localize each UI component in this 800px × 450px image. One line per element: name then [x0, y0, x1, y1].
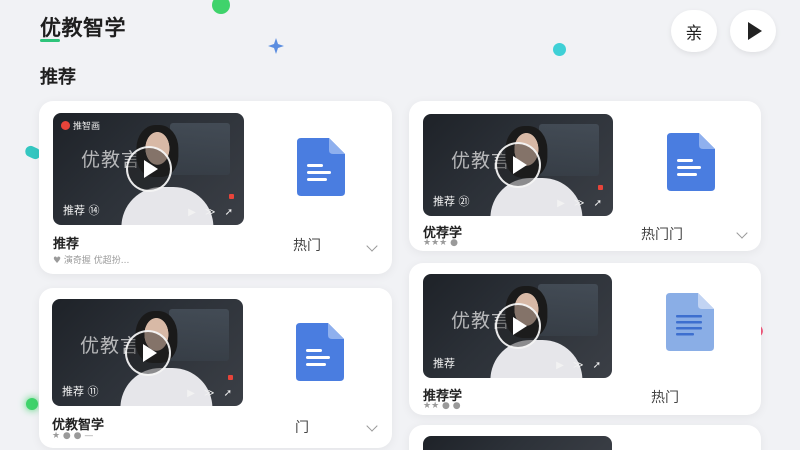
play-icon [748, 22, 762, 40]
document-icon [667, 133, 715, 191]
card-title: 推荐 [53, 237, 80, 252]
video-play-button[interactable] [494, 303, 541, 349]
play-icon [512, 317, 527, 335]
video-thumbnail[interactable]: 优教言 推智画 推荐 ⑭ ▶ ≫ ➚ [53, 113, 244, 225]
video-play-button[interactable] [125, 146, 172, 192]
course-card[interactable]: 优教言 推智画 推荐 ⑭ ▶ ≫ ➚ 推荐 ♥ 演奇握 优超扮... 热门 [39, 101, 392, 274]
video-controls-icon[interactable]: ▶ ≫ ➚ [556, 360, 604, 371]
document-lines-icon [666, 293, 714, 351]
thumbnail-tag: 推荐 ㉑ [433, 195, 470, 208]
course-card[interactable]: 优教言 推荐 ▶ ≫ ➚ 推荐学 ★★ ● ● 热门 [409, 263, 761, 415]
chevron-down-icon[interactable] [736, 227, 748, 239]
card-category: 热门 [651, 390, 679, 406]
video-controls-icon[interactable]: ▶ ≫ ➚ [188, 207, 236, 218]
top-label-button[interactable]: 亲 [671, 10, 717, 52]
course-card[interactable] [409, 425, 761, 450]
video-thumbnail[interactable]: 优教言 推荐 ⑪ ▶ ≫ ➚ [52, 299, 243, 406]
video-play-button[interactable] [124, 329, 171, 376]
section-title: 推荐 [40, 67, 76, 88]
video-thumbnail[interactable]: 优教言 推荐 ▶ ≫ ➚ [423, 274, 612, 378]
app-title: 优教智学 [40, 16, 126, 40]
chevron-down-icon[interactable] [366, 420, 378, 432]
video-play-button[interactable] [495, 142, 541, 188]
card-category: 热门门 [641, 227, 683, 243]
video-thumbnail[interactable] [423, 436, 612, 450]
card-meta: ♥ 演奇握 优超扮... [53, 256, 130, 266]
card-meta: ★ ● ● — [52, 431, 94, 441]
video-thumbnail[interactable]: 优教言 推荐 ㉑ ▶ ≫ ➚ [423, 114, 613, 216]
video-controls-icon[interactable]: ▶ ≫ ➚ [187, 388, 235, 399]
top-label-button-text: 亲 [685, 23, 703, 44]
thumbnail-tag: 推荐 [433, 357, 455, 370]
card-meta: ★★★ ● [423, 238, 458, 248]
card-category: 热门 [293, 238, 321, 254]
document-icon [297, 138, 345, 196]
thumbnail-logo: 推智画 [61, 119, 100, 132]
chevron-down-icon[interactable] [366, 240, 378, 252]
document-icon [296, 323, 344, 381]
play-button[interactable] [730, 10, 776, 52]
thumbnail-tag: 推荐 ⑪ [62, 385, 99, 398]
play-icon [142, 343, 157, 362]
play-icon [513, 156, 527, 174]
course-card[interactable]: 优教言 推荐 ㉑ ▶ ≫ ➚ 优荐学 ★★★ ● 热门门 [409, 101, 761, 251]
play-icon [143, 160, 158, 178]
video-controls-icon[interactable]: ▶ ≫ ➚ [557, 198, 605, 209]
decor-dot [212, 0, 230, 14]
title-underline [40, 39, 60, 42]
decor-dot [553, 43, 566, 56]
card-category: 门 [295, 420, 309, 436]
decor-dot [26, 398, 38, 410]
card-meta: ★★ ● ● [423, 401, 461, 411]
sparkle-icon [268, 38, 284, 54]
course-card[interactable]: 优教言 推荐 ⑪ ▶ ≫ ➚ 优教智学 ★ ● ● — 门 [39, 288, 392, 448]
thumbnail-tag: 推荐 ⑭ [63, 204, 100, 217]
